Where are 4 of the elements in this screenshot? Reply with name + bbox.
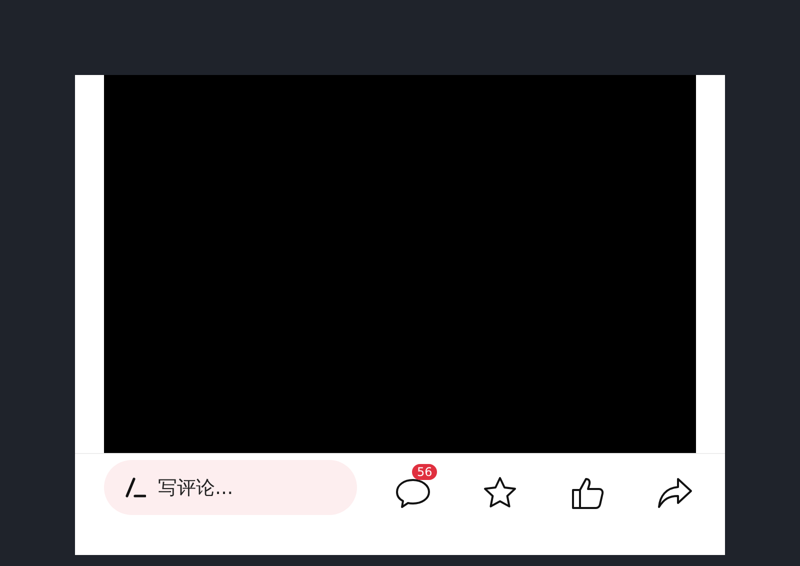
comment-button[interactable]: 56 bbox=[388, 462, 438, 512]
count-badge: 56 bbox=[412, 464, 438, 480]
pen-icon bbox=[124, 476, 146, 498]
comment-field[interactable]: 写评论... bbox=[104, 460, 357, 515]
